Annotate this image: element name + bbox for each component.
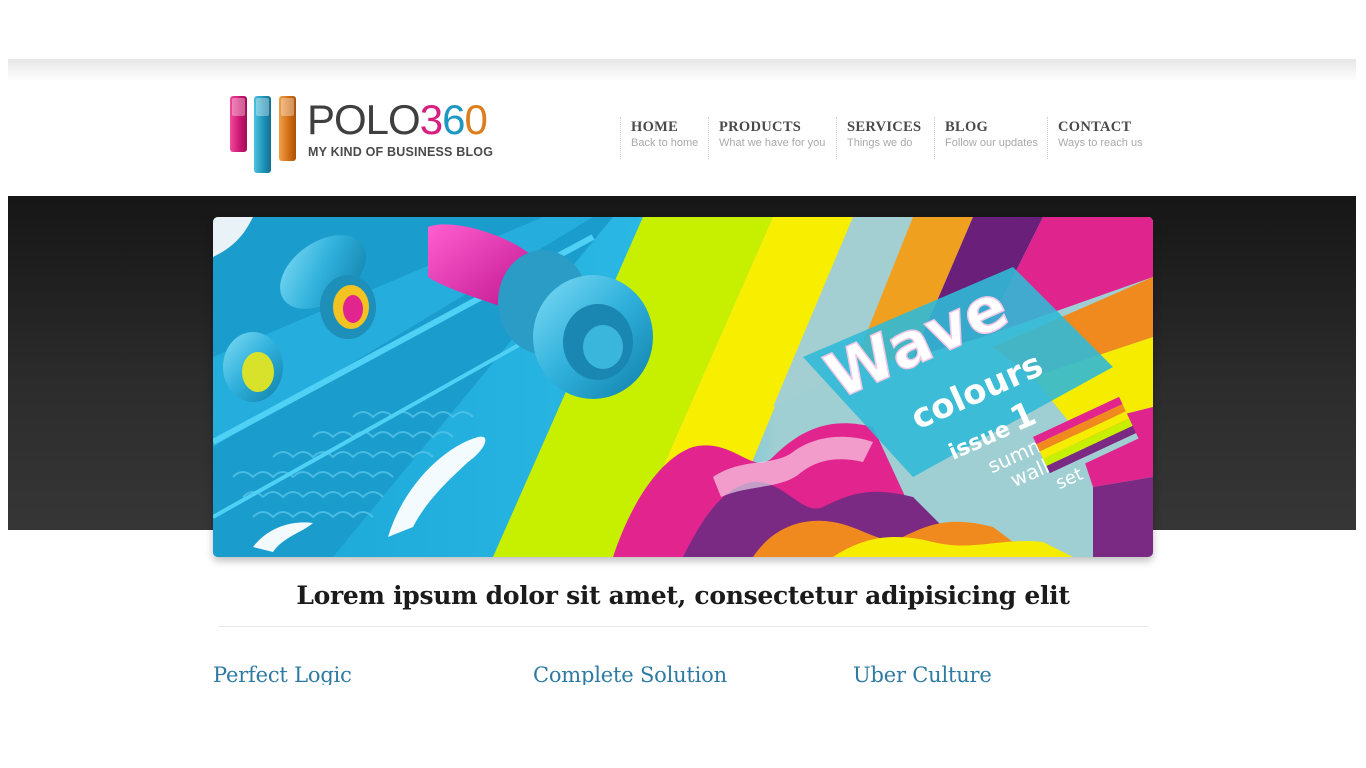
feature-uber-culture[interactable]: Uber Culture	[853, 663, 992, 685]
nav-services-sub: Things we do	[847, 137, 913, 149]
page-headline: Lorem ipsum dolor sit amet, consectetur …	[296, 581, 1070, 610]
top-shadow	[8, 59, 1356, 81]
logo-orange-bar	[279, 96, 296, 161]
wave-colours-artwork: Wave colours issue 1 summer wallpaper se…	[213, 217, 1153, 557]
nav-services[interactable]: SERVICES Things we do	[836, 117, 934, 159]
nav-home[interactable]: HOME Back to home	[620, 117, 708, 159]
headline-divider	[218, 626, 1148, 627]
nav-products-label: PRODUCTS	[719, 119, 802, 135]
logo-digit-3: 3	[419, 96, 443, 143]
featured-slider[interactable]: Wave colours issue 1 summer wallpaper se…	[213, 217, 1153, 557]
logo-digit-0: 0	[464, 96, 487, 143]
nav-home-sub: Back to home	[631, 137, 699, 149]
nav-services-label: SERVICES	[847, 119, 922, 135]
logo-name: POLO	[307, 96, 421, 143]
logo-pink-bar	[230, 96, 247, 152]
feature-perfect-logic[interactable]: Perfect Logic	[213, 663, 352, 685]
nav-blog[interactable]: BLOG Follow our updates	[934, 117, 1047, 159]
nav-contact[interactable]: CONTACT Ways to reach us	[1047, 117, 1157, 159]
logo-title: POLO360	[307, 96, 488, 143]
logo-tagline: MY KIND OF BUSINESS BLOG	[308, 145, 494, 159]
logo-blue-bar	[254, 96, 271, 173]
nav-products[interactable]: PRODUCTS What we have for you	[708, 117, 836, 159]
feature-complete-solution[interactable]: Complete Solution	[533, 663, 727, 685]
nav-contact-sub: Ways to reach us	[1058, 137, 1143, 149]
site-logo[interactable]: POLO360 MY KIND OF BUSINESS BLOG	[228, 95, 528, 177]
nav-products-sub: What we have for you	[719, 137, 826, 149]
nav-blog-sub: Follow our updates	[945, 137, 1038, 149]
page-frame: POLO360 MY KIND OF BUSINESS BLOG HOME Ba…	[8, 59, 1356, 768]
nav-home-label: HOME	[631, 119, 679, 135]
nav-blog-label: BLOG	[945, 119, 989, 135]
nav-contact-label: CONTACT	[1058, 119, 1132, 135]
logo-digit-6: 6	[442, 96, 465, 143]
